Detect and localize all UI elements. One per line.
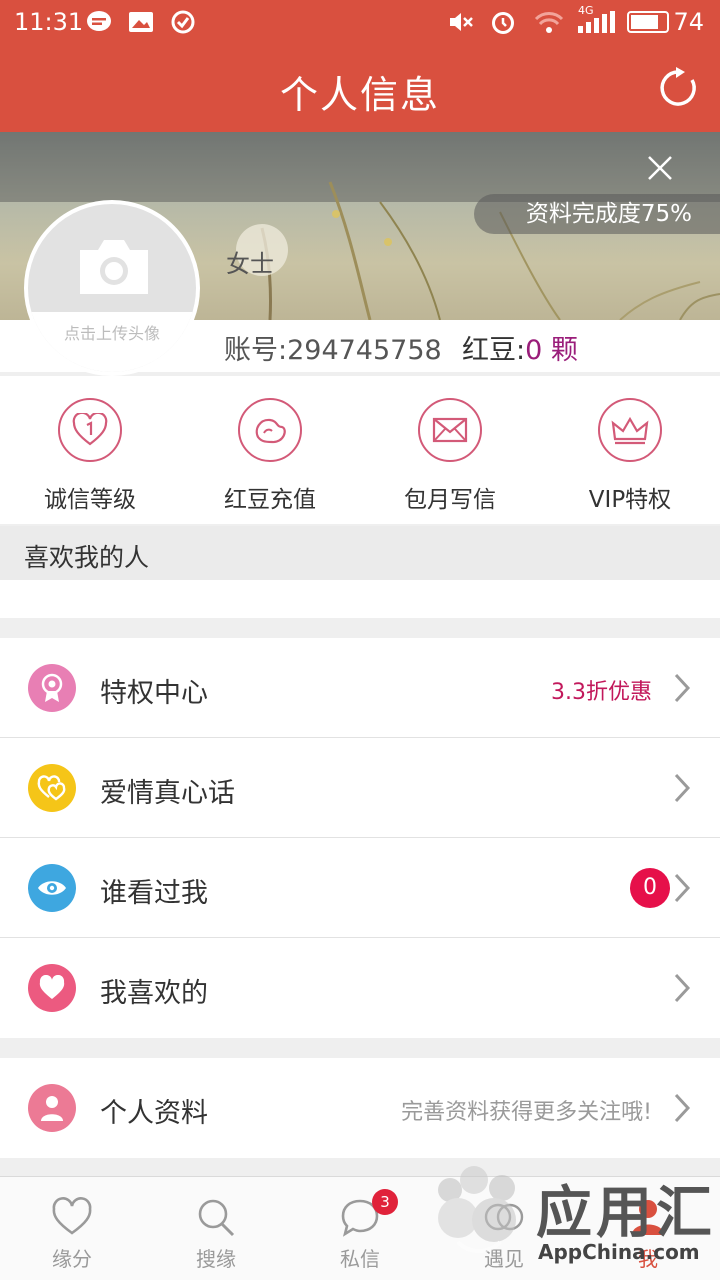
avatar-caption: 点击上传头像 [28,312,196,372]
menu-item-label: 特权中心 [100,678,208,709]
gender-label: 女士 [226,250,274,278]
camera-icon [80,240,148,294]
menu-item-love-truth[interactable]: 爱情真心话 [0,738,720,838]
chevron-right-icon [674,973,691,1003]
status-time: 11:31 [14,8,84,36]
watermark-text: 应用汇 [536,1181,716,1246]
menu-item-label: 爱情真心话 [100,778,235,809]
page-title: 个人信息 [279,73,440,117]
quick-action-monthly-letter[interactable]: 包月写信 [360,376,540,524]
heart-shield-icon [72,413,108,446]
battery-icon [627,11,670,33]
chevron-right-icon [674,873,691,903]
visitor-count-badge: 0 [630,868,670,908]
quick-action-label: 红豆充值 [224,487,316,513]
heart-icon [39,975,65,999]
menu-group-profile: 个人资料 完善资料获得更多关注哦! [0,1058,720,1158]
status-bar: 11:31 4G 74 [0,0,720,44]
red-bean-unit: 颗 [542,335,578,366]
appchina-watermark: 应用汇 AppChina.com [424,1160,720,1280]
watermark-logo-icon [438,1166,516,1253]
chevron-right-icon [674,673,691,703]
menu-item-label: 谁看过我 [100,878,208,909]
battery-indicator: 74 [627,8,704,36]
avatar-upload[interactable]: 点击上传头像 [24,200,200,376]
tab-label: 私信 [340,1247,380,1271]
watermark-subtext: AppChina.com [538,1240,700,1264]
menu-group-main: 特权中心 3.3折优惠 爱情真心话 谁看过我 0 我喜欢的 [0,638,720,1038]
chevron-right-icon [674,1093,691,1123]
crown-icon [611,416,649,445]
likes-list[interactable] [0,580,720,618]
account-id: 账号:294745758 [224,335,442,366]
messages-unread-badge: 3 [372,1189,398,1215]
quick-actions: 诚信等级 红豆充值 包月写信 VIP特权 [0,376,720,524]
quick-action-label: 诚信等级 [44,487,136,513]
menu-item-visitors[interactable]: 谁看过我 0 [0,838,720,938]
battery-level: 74 [673,8,704,36]
medal-icon [41,673,63,702]
heart-outline-icon [52,1197,92,1235]
likes-section-title: 喜欢我的人 [24,543,150,572]
bean-icon [255,418,286,444]
search-icon [198,1199,235,1237]
envelope-icon [432,417,468,443]
hearts-icon [37,775,66,801]
menu-item-label: 我喜欢的 [100,978,208,1009]
chevron-right-icon [674,773,691,803]
image-message-icon [129,12,153,32]
check-circle-icon [171,10,195,34]
quick-action-credit-level[interactable]: 诚信等级 [0,376,180,524]
quick-action-bean-recharge[interactable]: 红豆充值 [180,376,360,524]
menu-item-label: 个人资料 [100,1098,208,1129]
likes-section-header: 喜欢我的人 [0,526,720,580]
tab-label: 缘分 [52,1247,92,1271]
menu-item-hint: 完善资料获得更多关注哦! [401,1100,652,1125]
refresh-icon[interactable] [656,66,700,110]
menu-item-privilege-center[interactable]: 特权中心 3.3折优惠 [0,638,720,738]
quick-action-label: 包月写信 [404,487,496,513]
person-icon [41,1096,63,1121]
title-bar: 个人信息 [0,44,720,132]
close-icon[interactable] [646,154,674,182]
mute-icon [450,13,473,31]
quick-action-vip[interactable]: VIP特权 [540,376,720,524]
profile-completion-badge: 资料完成度75% [473,194,720,234]
signal-icon [578,11,615,33]
message-icon [87,11,111,31]
quick-action-label: VIP特权 [588,487,672,513]
menu-item-promo: 3.3折优惠 [551,680,652,705]
tab-fate[interactable]: 缘分 [0,1177,144,1280]
eye-icon [38,881,66,895]
red-bean-count: 0 [525,335,543,366]
menu-item-my-likes[interactable]: 我喜欢的 [0,938,720,1038]
menu-item-personal-profile[interactable]: 个人资料 完善资料获得更多关注哦! [0,1058,720,1158]
wifi-icon [534,12,564,33]
alarm-icon [492,12,514,34]
tab-messages[interactable]: 3 私信 [288,1177,432,1280]
tab-search[interactable]: 搜缘 [144,1177,288,1280]
red-bean-balance: 红豆:0 颗 [462,335,578,366]
tab-label: 搜缘 [196,1247,236,1271]
